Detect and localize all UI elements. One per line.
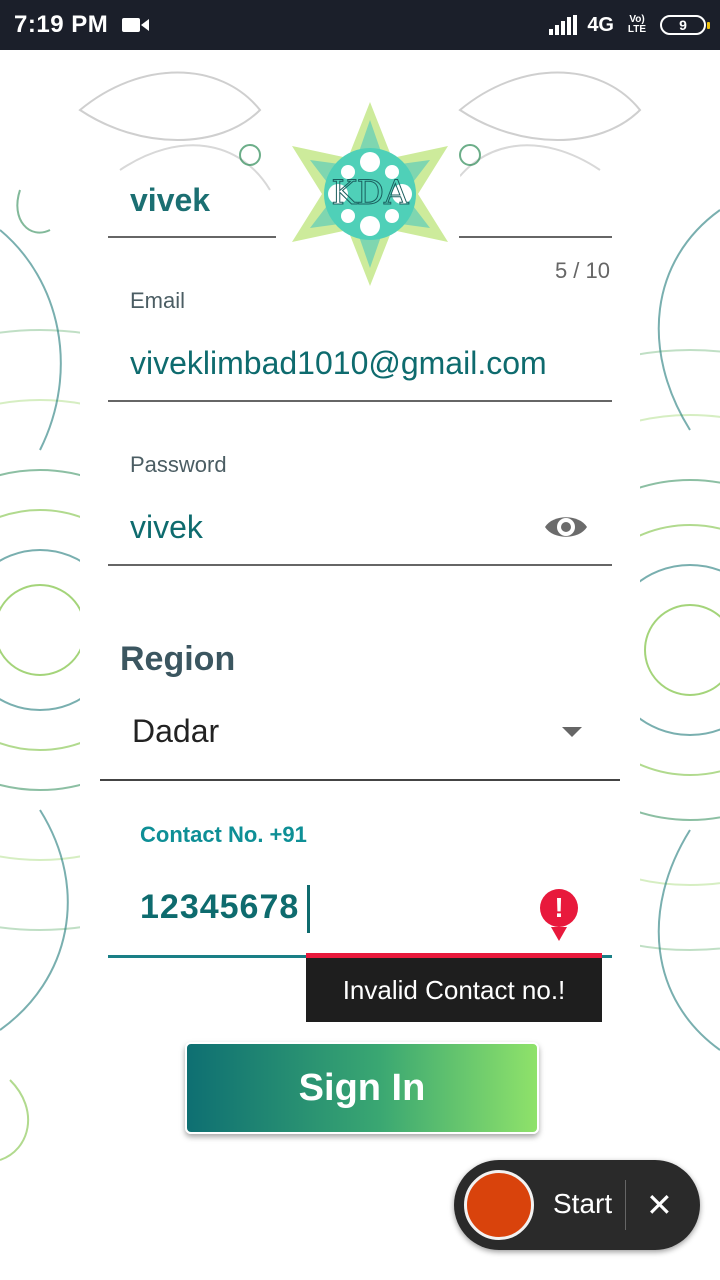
error-icon: ! bbox=[540, 889, 578, 927]
region-underline bbox=[100, 779, 620, 781]
status-left: 7:19 PM bbox=[14, 11, 150, 39]
status-time: 7:19 PM bbox=[14, 11, 109, 38]
password-underline bbox=[108, 564, 612, 566]
email-underline bbox=[108, 400, 612, 402]
region-select[interactable]: Dadar bbox=[132, 713, 219, 750]
sign-in-button[interactable]: Sign In bbox=[185, 1042, 539, 1134]
logo-text: KDA bbox=[331, 173, 409, 213]
recorder-divider bbox=[625, 1180, 626, 1230]
email-label: Email bbox=[130, 288, 186, 313]
error-tooltip-notch bbox=[551, 927, 567, 941]
contact-field[interactable]: 12345678 bbox=[140, 888, 299, 927]
eye-icon[interactable] bbox=[543, 510, 589, 544]
name-underline-right bbox=[459, 236, 612, 238]
contact-label: Contact No. +91 bbox=[140, 822, 307, 847]
close-icon[interactable]: ✕ bbox=[646, 1186, 673, 1224]
volte-indicator: Vo) LTE bbox=[627, 14, 647, 35]
region-label: Region bbox=[120, 640, 236, 678]
status-bar: 7:19 PM 4G Vo) LTE 9 bbox=[0, 0, 720, 50]
screen-recorder-widget: Start ✕ bbox=[454, 1160, 700, 1250]
video-camera-icon bbox=[122, 18, 150, 32]
email-field[interactable]: viveklimbad1010@gmail.com bbox=[130, 345, 600, 382]
password-label: Password bbox=[130, 452, 227, 477]
flower-logo-icon: KDA bbox=[278, 102, 462, 286]
signal-icon bbox=[549, 15, 578, 35]
battery-icon: 9 bbox=[660, 15, 710, 35]
name-underline-left bbox=[108, 236, 276, 238]
chevron-down-icon[interactable] bbox=[562, 727, 582, 737]
password-field[interactable]: vivek bbox=[130, 509, 203, 546]
network-type: 4G bbox=[587, 13, 614, 36]
name-char-counter: 5 / 10 bbox=[554, 258, 610, 283]
start-label[interactable]: Start bbox=[553, 1188, 612, 1220]
record-button[interactable] bbox=[464, 1170, 534, 1240]
battery-level: 9 bbox=[679, 17, 687, 33]
status-right: 4G Vo) LTE 9 bbox=[549, 13, 710, 37]
error-tooltip: Invalid Contact no.! bbox=[306, 958, 602, 1022]
name-field[interactable]: vivek bbox=[130, 182, 210, 219]
text-cursor bbox=[307, 885, 310, 933]
